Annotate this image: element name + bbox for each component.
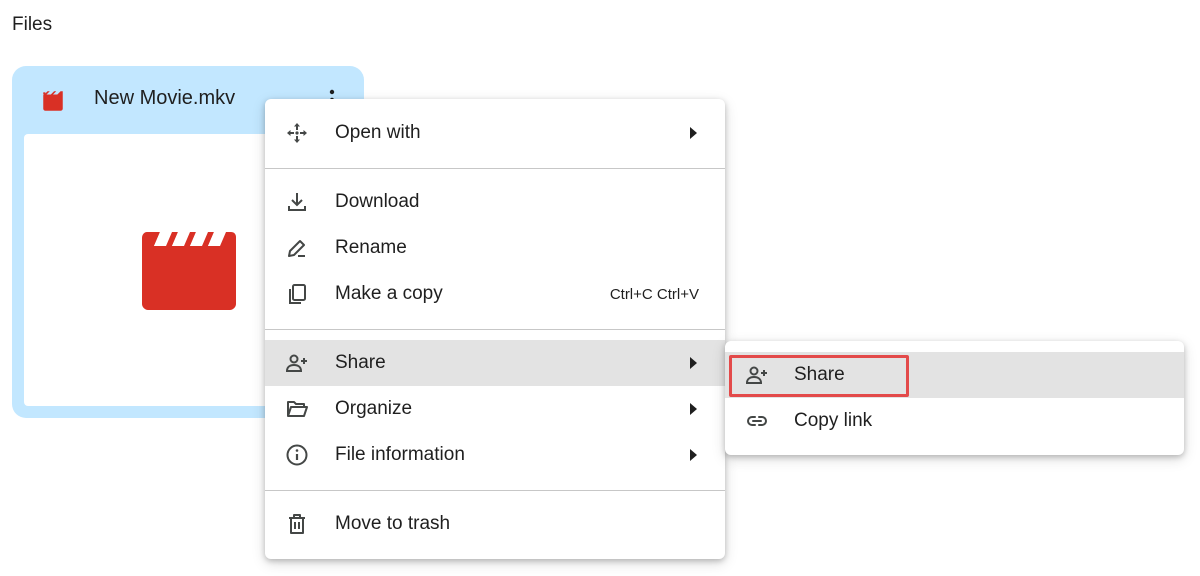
context-menu: Open with Download Rename Make a copy Ct…: [265, 99, 725, 559]
menu-item-download[interactable]: Download: [265, 179, 725, 225]
trash-icon: [285, 512, 309, 536]
open-with-icon: [285, 121, 309, 145]
submenu-arrow-icon: [687, 402, 699, 416]
copy-icon: [285, 282, 309, 306]
submenu-arrow-icon: [687, 126, 699, 140]
menu-item-label: Open with: [335, 122, 421, 143]
rename-pencil-icon: [285, 236, 309, 260]
menu-item-organize[interactable]: Organize: [265, 386, 725, 432]
submenu-item-copy-link[interactable]: Copy link: [725, 398, 1184, 444]
menu-item-shortcut: Ctrl+C Ctrl+V: [609, 286, 699, 303]
person-add-icon: [745, 363, 769, 387]
menu-divider: [265, 329, 725, 330]
menu-item-label: Share: [335, 352, 386, 373]
share-submenu: Share Copy link: [725, 341, 1184, 455]
submenu-arrow-icon: [687, 356, 699, 370]
menu-item-file-information[interactable]: File information: [265, 432, 725, 478]
info-icon: [285, 443, 309, 467]
menu-item-move-to-trash[interactable]: Move to trash: [265, 501, 725, 547]
link-icon: [745, 409, 769, 433]
menu-divider: [265, 490, 725, 491]
menu-item-open-with[interactable]: Open with: [265, 110, 725, 156]
section-title: Files: [12, 14, 53, 35]
submenu-item-label: Copy link: [794, 410, 873, 431]
menu-item-label: Rename: [335, 237, 407, 258]
download-icon: [285, 190, 309, 214]
file-name: New Movie.mkv: [94, 87, 236, 109]
movie-clapperboard-icon: [40, 88, 66, 114]
menu-item-make-a-copy[interactable]: Make a copy Ctrl+C Ctrl+V: [265, 271, 725, 317]
submenu-arrow-icon: [687, 448, 699, 462]
person-add-icon: [285, 351, 309, 375]
menu-item-label: File information: [335, 444, 465, 465]
menu-item-label: Make a copy: [335, 283, 443, 304]
menu-item-label: Move to trash: [335, 513, 451, 534]
movie-thumbnail-icon: [142, 232, 236, 310]
menu-item-label: Organize: [335, 398, 413, 419]
menu-item-rename[interactable]: Rename: [265, 225, 725, 271]
menu-divider: [265, 168, 725, 169]
menu-item-label: Download: [335, 191, 420, 212]
menu-item-share[interactable]: Share: [265, 340, 725, 386]
submenu-item-label: Share: [794, 364, 845, 385]
folder-open-icon: [285, 397, 309, 421]
submenu-item-share[interactable]: Share: [725, 352, 1184, 398]
